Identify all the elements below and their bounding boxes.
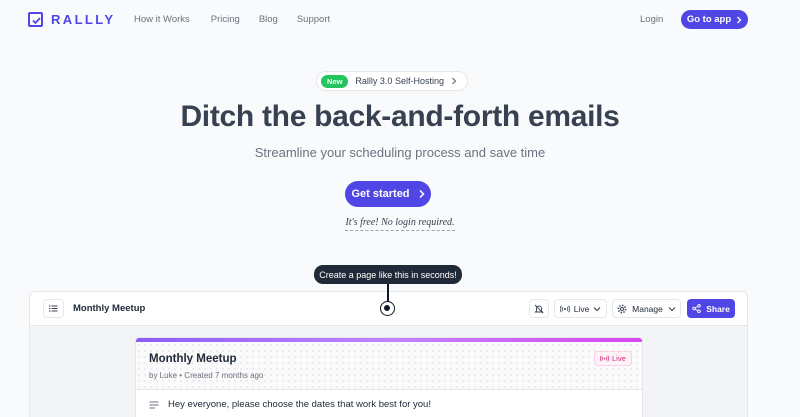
get-started-label: Get started (351, 188, 410, 200)
live-status-badge: Live (594, 351, 632, 366)
share-label: Share (706, 303, 730, 314)
list-icon (49, 305, 58, 312)
poll-description: Hey everyone, please choose the dates th… (149, 399, 431, 410)
logo[interactable]: RALLLY (28, 12, 115, 27)
chevron-right-icon (737, 16, 742, 23)
broadcast-icon (600, 355, 609, 362)
share-icon (692, 304, 701, 313)
tooltip-anchor-dot (380, 301, 395, 316)
poll-author: by Luke (149, 371, 178, 380)
poll-description-text: Hey everyone, please choose the dates th… (168, 399, 431, 410)
nav-links: How it Works Pricing Blog Support (134, 14, 330, 25)
poll-meta: by Luke • Created 7 months ago (149, 371, 263, 380)
app-title: Monthly Meetup (73, 303, 146, 314)
free-note: It's free! No login required. (0, 217, 800, 231)
manage-dropdown[interactable]: Manage (612, 299, 681, 318)
share-button[interactable]: Share (687, 299, 735, 318)
chevron-right-icon (452, 77, 457, 85)
go-to-app-label: Go to app (686, 14, 732, 25)
chevron-right-icon (419, 189, 425, 199)
new-badge: New (321, 74, 349, 88)
poll-header: Monthly Meetup by Luke • Created 7 month… (136, 342, 642, 390)
gear-icon (617, 304, 627, 313)
text-lines-icon (149, 401, 159, 408)
hero-subtitle: Streamline your scheduling process and s… (254, 145, 546, 160)
nav-link-pricing[interactable]: Pricing (211, 14, 240, 25)
announcement-badge[interactable]: New Rallly 3.0 Self-Hosting (316, 71, 468, 91)
broadcast-icon (559, 305, 570, 312)
check-logo-icon (28, 12, 43, 27)
tooltip-pointer-line (387, 284, 389, 302)
notifications-button[interactable] (529, 299, 549, 318)
tooltip: Create a page like this in seconds! (314, 265, 462, 284)
poll-title: Monthly Meetup (149, 353, 237, 365)
live-label: Live (573, 303, 590, 314)
nav-link-support[interactable]: Support (297, 14, 330, 25)
manage-label: Manage (632, 303, 663, 314)
top-nav: RALLLY How it Works Pricing Blog Support… (0, 0, 800, 40)
live-dropdown[interactable]: Live (554, 299, 607, 318)
free-note-text: It's free! No login required. (345, 217, 455, 231)
announcement-text: Rallly 3.0 Self-Hosting (355, 76, 444, 86)
nav-link-blog[interactable]: Blog (259, 14, 278, 25)
live-status-label: Live (612, 354, 626, 363)
menu-button[interactable] (43, 299, 64, 318)
bell-off-icon (534, 304, 544, 313)
login-link[interactable]: Login (640, 14, 663, 25)
chevron-down-icon (668, 306, 676, 311)
get-started-button[interactable]: Get started (345, 181, 431, 207)
hero-title: Ditch the back-and-forth emails (180, 100, 620, 133)
chevron-down-icon (593, 306, 601, 311)
logo-text: RALLLY (51, 12, 116, 27)
go-to-app-button[interactable]: Go to app (681, 10, 748, 29)
nav-link-how-it-works[interactable]: How it Works (134, 14, 190, 25)
poll-card: Monthly Meetup by Luke • Created 7 month… (135, 337, 643, 417)
poll-created: Created 7 months ago (184, 371, 264, 380)
